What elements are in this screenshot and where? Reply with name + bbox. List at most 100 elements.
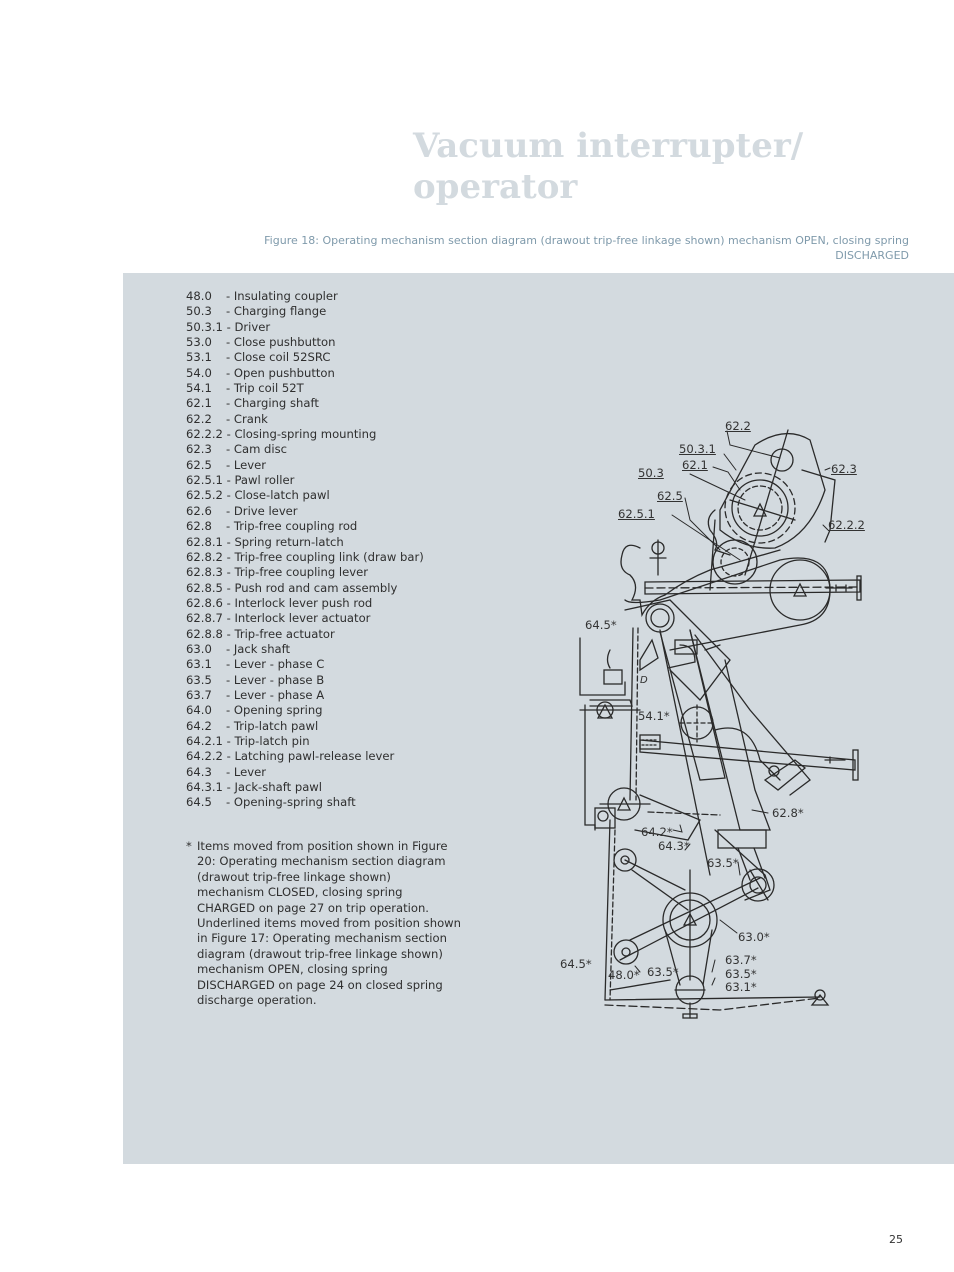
legend-item: 64.0 - Opening spring — [186, 703, 424, 718]
legend-item: 63.1 - Lever - phase C — [186, 657, 424, 672]
label-63-5-lower: 63.5* — [647, 965, 679, 979]
legend-item: 64.5 - Opening-spring shaft — [186, 795, 424, 810]
mechanism-diagram: 62.2 50.3.1 62.1 62.3 50.3 62.5 62.5.1 6… — [540, 400, 900, 1040]
legend-item-number: 63.7 — [186, 687, 212, 702]
legend-item: 62.8 - Trip-free coupling rod — [186, 519, 424, 534]
legend-item-description: - Drive lever — [226, 503, 298, 518]
legend-item: 62.8.2 - Trip-free coupling link (draw b… — [186, 550, 424, 565]
legend-item-description: - Jack shaft — [226, 641, 291, 656]
legend-item-number: 62.8 — [186, 519, 212, 534]
legend-item: 62.3 - Cam disc — [186, 442, 424, 457]
legend-item-number: 50.3 — [186, 304, 212, 319]
label-50-3-1: 50.3.1 — [679, 442, 716, 456]
legend-item-number: 62.8.2 — [186, 549, 223, 564]
legend-item-description: - Trip-free coupling rod — [226, 519, 358, 534]
jack-shaft — [662, 869, 718, 1019]
label-62-2-2: 62.2.2 — [828, 518, 865, 532]
legend-item-number: 63.0 — [186, 641, 212, 656]
main-lever-upper — [624, 599, 811, 796]
legend-item-number: 62.6 — [186, 503, 212, 518]
parts-legend: 48.0 - Insulating coupler 50.3 - Charging f… — [186, 289, 424, 811]
legend-item-description: - Push rod and cam assembly — [226, 580, 398, 595]
legend-item: 63.7 - Lever - phase A — [186, 688, 424, 703]
legend-item-description: - Interlock lever actuator — [226, 611, 371, 626]
legend-item-description: - Trip-latch pawl — [226, 718, 319, 733]
label-d: D — [640, 675, 648, 686]
legend-item-number: 64.3 — [186, 764, 212, 779]
legend-item-description: - Close pushbutton — [226, 335, 336, 350]
legend-item-description: - Opening-spring shaft — [226, 795, 356, 810]
legend-item-description: - Trip-free coupling lever — [226, 565, 369, 580]
pivot-left — [649, 539, 667, 576]
legend-item: 64.3 - Lever — [186, 765, 424, 780]
legend-item: 53.0 - Close pushbutton — [186, 335, 424, 350]
label-63-1: 63.1* — [725, 980, 757, 994]
legend-item-number: 64.2.2 — [186, 749, 223, 764]
legend-item-number: 54.1 — [186, 381, 212, 396]
legend-item: 62.8.7 - Interlock lever actuator — [186, 611, 424, 626]
legend-item: 62.5.1 - Pawl roller — [186, 473, 424, 488]
legend-item-number: 62.8.6 — [186, 595, 223, 610]
mechanism-drawing — [579, 429, 862, 1019]
page-title: Vacuum interrupter/ operator — [413, 126, 913, 208]
page-number: 25 — [889, 1233, 903, 1246]
legend-item: 50.3.1 - Driver — [186, 320, 424, 335]
legend-item-description: - Charging shaft — [226, 396, 319, 411]
legend-item-number: 62.3 — [186, 442, 212, 457]
legend-item-description: - Latching pawl-release lever — [226, 749, 395, 764]
legend-item-description: - Lever - phase B — [226, 672, 325, 687]
legend-item-description: - Cam disc — [226, 442, 288, 457]
legend-item-description: - Trip-latch pin — [226, 733, 310, 748]
legend-item: 54.1 - Trip coil 52T — [186, 381, 424, 396]
label-62-5: 62.5 — [657, 489, 683, 503]
legend-item-number: 62.5.2 — [186, 488, 223, 503]
legend-item-number: 50.3.1 — [186, 319, 223, 334]
legend-item: 64.2.2 - Latching pawl-release lever — [186, 749, 424, 764]
legend-item: 64.2 - Trip-latch pawl — [186, 719, 424, 734]
legend-item: 54.0 - Open pushbutton — [186, 366, 424, 381]
legend-item-number: 62.8.7 — [186, 611, 223, 626]
legend-item-description: - Jack-shaft pawl — [226, 780, 323, 794]
legend-item-number: 63.5 — [186, 672, 212, 687]
cam-disc-assembly — [707, 429, 836, 591]
legend-item-description: - Open pushbutton — [226, 365, 335, 380]
legend-item-description: - Crank — [226, 411, 268, 426]
legend-item-description: - Spring return-latch — [226, 534, 344, 549]
legend-item: 62.6 - Drive lever — [186, 504, 424, 519]
base-linkage — [604, 979, 830, 1011]
label-64-5-upper: 64.5* — [585, 618, 617, 632]
legend-item: 62.5.2 - Close-latch pawl — [186, 488, 424, 503]
legend-item: 48.0 - Insulating coupler — [186, 289, 424, 304]
legend-item-number: 62.5.1 — [186, 473, 223, 488]
label-54-1: 54.1* — [638, 709, 670, 723]
legend-item: 62.8.3 - Trip-free coupling lever — [186, 565, 424, 580]
left-frame — [579, 627, 659, 831]
label-50-3: 50.3 — [638, 466, 664, 480]
legend-item-description: - Insulating coupler — [226, 289, 338, 303]
label-64-2: 64.2* — [641, 825, 673, 839]
legend-item-description: - Trip coil 52T — [226, 381, 304, 396]
label-62-8: 62.8* — [772, 806, 804, 820]
footnote-text: Items moved from position shown in Figur… — [197, 839, 461, 1008]
legend-item-number: 54.0 — [186, 365, 212, 380]
title-line-1: Vacuum interrupter/ — [413, 126, 804, 166]
legend-item-number: 62.8.1 — [186, 534, 223, 549]
legend-item-number: 63.1 — [186, 657, 212, 672]
legend-item-number: 62.8.3 — [186, 565, 223, 580]
legend-item: 62.8.5 - Push rod and cam assembly — [186, 581, 424, 596]
legend-item: 62.2.2 - Closing-spring mounting — [186, 427, 424, 442]
legend-item: 62.8.6 - Interlock lever push rod — [186, 596, 424, 611]
legend-item: 62.8.1 - Spring return-latch — [186, 535, 424, 550]
legend-item-number: 62.5 — [186, 457, 212, 472]
legend-item-number: 62.8.5 — [186, 580, 223, 595]
label-62-3: 62.3 — [831, 462, 857, 476]
label-63-5-middle: 63.5* — [707, 856, 739, 870]
legend-item-number: 62.8.8 — [186, 626, 223, 641]
legend-item-description: - Close coil 52SRC — [226, 350, 331, 365]
legend-item: 50.3 - Charging flange — [186, 304, 424, 319]
legend-item: 53.1 - Close coil 52SRC — [186, 350, 424, 365]
legend-item-number: 64.3.1 — [186, 780, 223, 794]
legend-item-number: 64.2.1 — [186, 733, 223, 748]
legend-item: 63.5 - Lever - phase B — [186, 673, 424, 688]
footnote-marker: * — [186, 839, 192, 853]
